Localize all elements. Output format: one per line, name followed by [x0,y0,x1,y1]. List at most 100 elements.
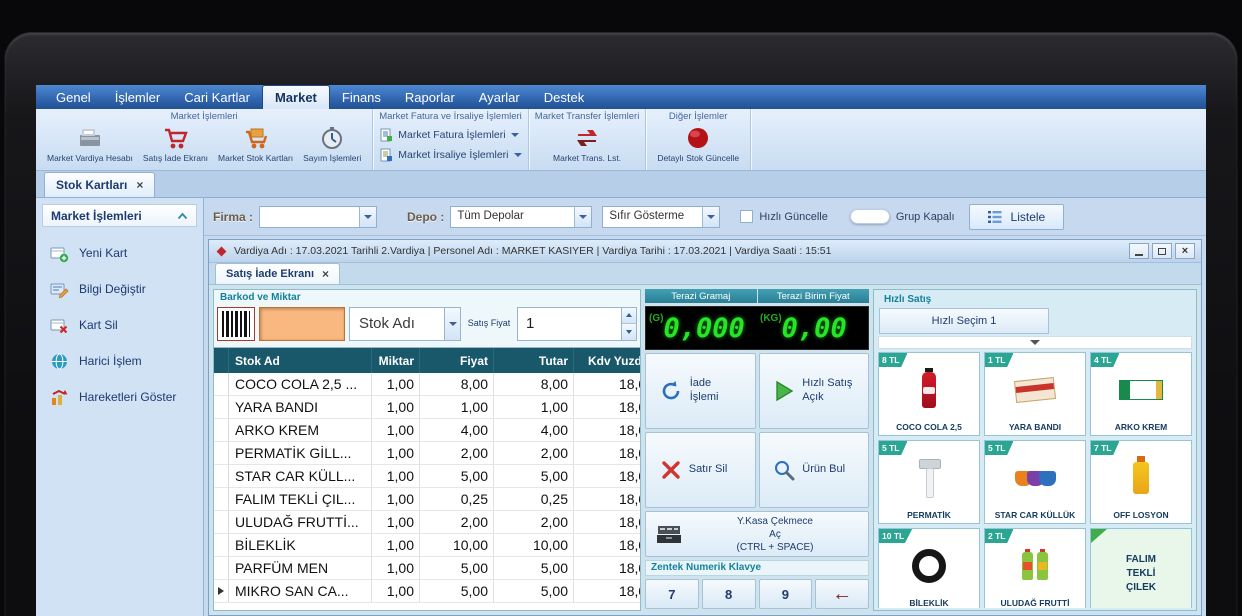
cell-miktar: 1,00 [372,511,420,533]
cell-fiyat: 10,00 [420,534,494,556]
spin-up-button[interactable] [622,308,636,324]
table-row[interactable]: PARFÜM MEN1,005,005,0018,00 [214,557,640,580]
sayim-islemleri-button[interactable]: Sayım İşlemleri [298,124,366,164]
table-row[interactable]: COCO COLA 2,5 ...1,008,008,0018,00 [214,373,640,396]
detayli-stok-guncelle-button[interactable]: Detaylı Stok Güncelle [652,124,744,164]
ykasa-cekmece-button[interactable]: Y.Kasa Çekmece Aç (CTRL + SPACE) [645,511,869,557]
sidebar-item-hareketleri-goster[interactable]: Hareketleri Göster [36,379,203,415]
table-row[interactable]: STAR CAR KÜLL...1,005,005,0018,00 [214,465,640,488]
satis-iade-ekrani-button[interactable]: Satış İade Ekranı [138,124,213,164]
product-name: FALIM TEKLİ ÇILEK [1117,553,1165,595]
ribbon: Market İşlemleri Market Vardiya Hesabı S… [36,109,1206,171]
dropdown-button[interactable] [359,207,376,227]
menu-islemler[interactable]: İşlemler [103,86,173,109]
chevron-down-icon [1030,340,1040,345]
window-title: Vardiya Adı : 17.03.2021 Tarihli 2.Vardi… [234,245,1123,257]
urun-bul-button[interactable]: Ürün Bul [759,432,870,508]
menu-genel[interactable]: Genel [44,86,103,109]
restore-button[interactable] [1152,243,1172,259]
cell-kdv: 18,00 [574,442,640,464]
table-row[interactable]: ULUDAĞ FRUTTİ...1,002,002,0018,00 [214,511,640,534]
cell-miktar: 1,00 [372,373,420,395]
cell-tutar: 2,00 [494,442,574,464]
minimize-button[interactable] [1129,243,1149,259]
menu-finans[interactable]: Finans [330,86,393,109]
menu-market[interactable]: Market [262,85,330,109]
col-tutar[interactable]: Tutar [494,348,574,373]
spin-down-button[interactable] [622,323,636,340]
sidebar-item-kart-sil[interactable]: Kart Sil [36,307,203,343]
numpad-key-9[interactable]: 9 [759,579,813,609]
col-kdv-yuzde[interactable]: Kdv Yuzde [574,348,640,373]
stok-adi-combo[interactable]: Stok Adı [349,307,461,341]
hizli-secim-button[interactable]: Hızlı Seçim 1 [879,308,1049,334]
ribbon-group-caption: Diğer İşlemler [652,110,744,124]
satis-fiyat-input[interactable]: 1 [517,307,637,341]
table-row[interactable]: YARA BANDI1,001,001,0018,00 [214,396,640,419]
window-title-bar[interactable]: Vardiya Adı : 17.03.2021 Tarihli 2.Vardi… [209,240,1201,263]
terazi-birim-fiyat-header: Terazi Birim Fiyat [758,289,870,303]
sidebar-item-bilgi-degistir[interactable]: Bilgi Değiştir [36,271,203,307]
listele-button[interactable]: Listele [969,204,1065,230]
cell-tutar: 2,00 [494,511,574,533]
dropdown-button[interactable] [574,207,591,227]
gram-unit-label: (G) [649,313,663,324]
row-indicator [214,396,229,418]
product-card-off-losyon[interactable]: 7 TL OFF LOSYON [1090,440,1192,524]
product-card-coco-cola[interactable]: 8 TL COCO COLA 2,5 [878,352,980,436]
col-miktar[interactable]: Miktar [372,348,420,373]
numpad-key-8[interactable]: 8 [702,579,756,609]
depo-combo[interactable]: Tüm Depolar [450,206,592,228]
col-stok-ad[interactable]: Stok Ad [229,348,372,373]
dropdown-button[interactable] [444,308,460,340]
table-row[interactable]: FALIM TEKLİ ÇIL...1,000,250,2518,00 [214,488,640,511]
table-row[interactable]: ARKO KREM1,004,004,0018,00 [214,419,640,442]
menu-destek[interactable]: Destek [532,86,596,109]
menu-ayarlar[interactable]: Ayarlar [467,86,532,109]
tab-satis-iade-ekrani[interactable]: Satış İade Ekranı × [215,263,340,284]
iade-islemi-button[interactable]: İade İşlemi [645,353,756,429]
product-card-yara-bandi[interactable]: 1 TL YARA BANDI [984,352,1086,436]
product-card-bileklik[interactable]: 10 TL BİLEKLİK [878,528,980,608]
hizli-satis-acik-button[interactable]: Hızlı Satış Açık [759,353,870,429]
product-card-star-car-kulluk[interactable]: 5 TL STAR CAR KÜLLÜK [984,440,1086,524]
col-fiyat[interactable]: Fiyat [420,348,494,373]
tab-close-icon[interactable]: × [322,269,329,279]
table-row[interactable]: MIKRO SAN CA...1,005,005,0018,00 [214,580,640,603]
market-trans-lst-button[interactable]: Market Trans. Lst. [548,124,626,164]
row-indicator [214,465,229,487]
sidebar-header[interactable]: Market İşlemleri [42,204,197,227]
numpad-key-7[interactable]: 7 [645,579,699,609]
firma-combo[interactable] [259,206,377,228]
market-vardiya-hesabi-button[interactable]: Market Vardiya Hesabı [42,124,138,164]
menu-raporlar[interactable]: Raporlar [393,86,467,109]
cell-tutar: 5,00 [494,465,574,487]
barcode-input[interactable] [259,307,345,341]
satir-sil-button[interactable]: Satır Sil [645,432,756,508]
product-card-uludag-frutti[interactable]: 2 TL ULUDAĞ FRUTTİ [984,528,1086,608]
gram-value: 0,000 [663,313,744,344]
tab-stok-kartlari[interactable]: Stok Kartları × [44,172,155,197]
quick-sale-scroll-strip[interactable] [878,336,1192,349]
dropdown-button[interactable] [702,207,719,227]
table-row[interactable]: PERMATİK GİLL...1,002,002,0018,00 [214,442,640,465]
close-button[interactable]: × [1175,243,1195,259]
market-stok-kartlari-button[interactable]: Market Stok Kartları [213,124,298,164]
market-irsaliye-islemleri-button[interactable]: Market İrsaliye İşlemleri [379,148,522,162]
menu-cari-kartlar[interactable]: Cari Kartlar [172,86,262,109]
cell-stok-ad: ARKO KREM [229,419,372,441]
sidebar-item-harici-islem[interactable]: Harici İşlem [36,343,203,379]
numpad-backspace-key[interactable]: ← [815,579,869,609]
tab-close-icon[interactable]: × [136,180,143,190]
sifir-gosterme-combo[interactable]: Sıfır Gösterme [602,206,720,228]
spinner-buttons[interactable] [621,308,636,340]
table-row[interactable]: BİLEKLİK1,0010,0010,0018,00 [214,534,640,557]
product-card-falim[interactable]: FALIM TEKLİ ÇILEK [1090,528,1192,608]
grup-toggle[interactable] [850,209,890,224]
market-fatura-islemleri-button[interactable]: Market Fatura İşlemleri [379,128,522,142]
cell-miktar: 1,00 [372,396,420,418]
product-card-permatik[interactable]: 5 TL PERMATİK [878,440,980,524]
product-card-arko-krem[interactable]: 4 TL ARKO KREM [1090,352,1192,436]
hizli-guncelle-checkbox[interactable] [740,210,753,223]
sidebar-item-yeni-kart[interactable]: Yeni Kart [36,235,203,271]
